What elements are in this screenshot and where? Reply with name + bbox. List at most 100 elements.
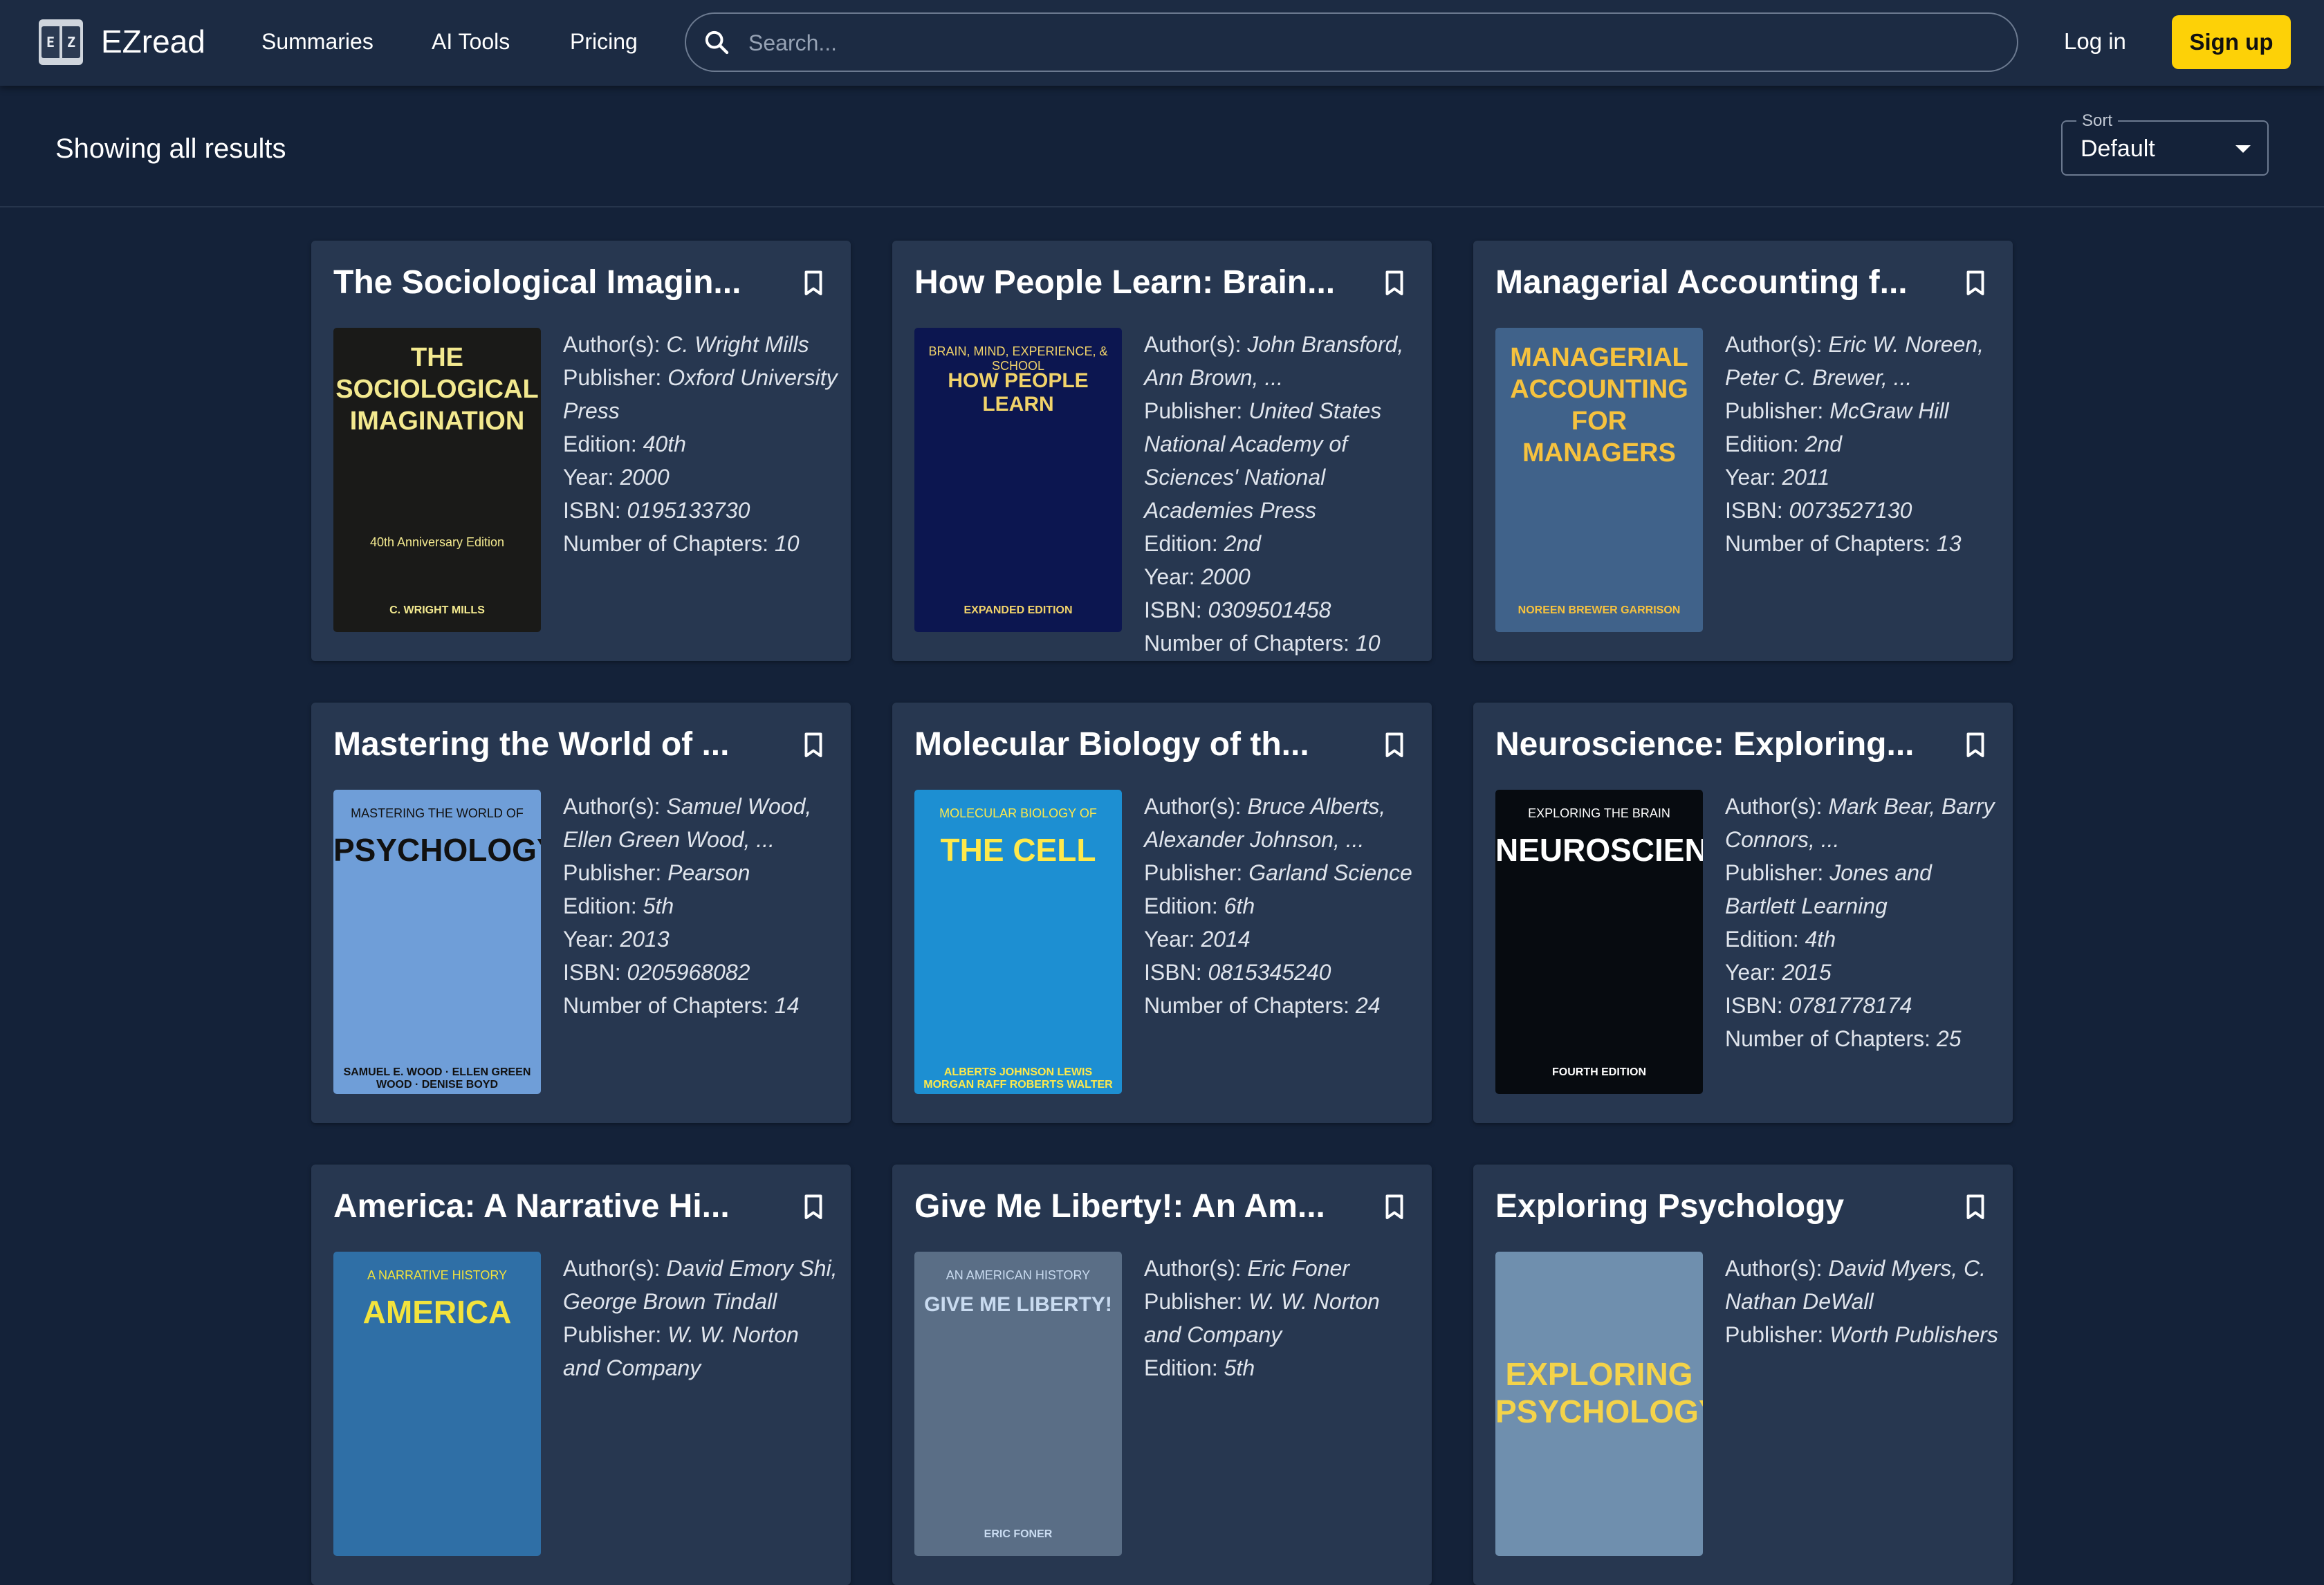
signup-button[interactable]: Sign up xyxy=(2172,15,2291,69)
nav-summaries[interactable]: Summaries xyxy=(261,28,374,55)
publisher-value: Worth Publishers xyxy=(1829,1322,1998,1347)
edition-value: 40th xyxy=(643,432,686,456)
book-details: Author(s): Mark Bear, Barry Connors, ...… xyxy=(1725,790,2002,1055)
book-cover[interactable]: EXPLORING PSYCHOLOGY xyxy=(1495,1252,1703,1556)
year-value: 2000 xyxy=(620,465,670,490)
book-cover[interactable]: A NARRATIVE HISTORY AMERICA xyxy=(333,1252,541,1556)
isbn-label: ISBN: xyxy=(563,960,627,985)
authors-label: Author(s): xyxy=(1725,794,1829,819)
book-card[interactable]: How People Learn: Brain... BRAIN, MIND, … xyxy=(892,241,1432,661)
bookmark-icon[interactable] xyxy=(801,732,826,759)
search-bar[interactable] xyxy=(685,12,2018,72)
bookmark-icon[interactable] xyxy=(1963,1194,1988,1221)
book-title[interactable]: Mastering the World of ... xyxy=(333,721,776,769)
bookmark-icon[interactable] xyxy=(801,1194,826,1221)
chapters-value: 25 xyxy=(1936,1026,1962,1051)
publisher-value: Pearson xyxy=(667,860,750,885)
book-title[interactable]: Exploring Psychology xyxy=(1495,1183,1938,1231)
book-details: Author(s): Eric Foner Publisher: W. W. No… xyxy=(1144,1252,1421,1384)
edition-label: Edition: xyxy=(1725,927,1805,952)
book-card[interactable]: Give Me Liberty!: An Am... AN AMERICAN H… xyxy=(892,1165,1432,1585)
cover-subtitle: 40th Anniversary Edition xyxy=(369,535,505,549)
book-authors: Author(s): David Emory Shi, George Brown… xyxy=(563,1252,840,1318)
book-cover[interactable]: MANAGERIAL ACCOUNTING FOR MANAGERS NOREEN B… xyxy=(1495,328,1703,632)
cover-title-line: ACCOUNTING xyxy=(1510,375,1688,404)
isbn-label: ISBN: xyxy=(1144,960,1208,985)
cover-title-line: HOW PEOPLE LEARN xyxy=(948,369,1089,416)
isbn-value: 0205968082 xyxy=(627,960,750,985)
book-cover[interactable]: MASTERING THE WORLD OF PSYCHOLOGY SAMUEL… xyxy=(333,790,541,1094)
brand-name[interactable]: EZread xyxy=(101,22,205,61)
book-chapters: Number of Chapters: 13 xyxy=(1725,527,2002,560)
cover-author-line: FOURTH EDITION xyxy=(1552,1066,1646,1078)
publisher-value: McGraw Hill xyxy=(1829,398,1949,423)
book-publisher: Publisher: United States National Academ… xyxy=(1144,394,1421,527)
cover-subtitle: A NARRATIVE HISTORY xyxy=(367,1268,508,1282)
book-title[interactable]: Managerial Accounting f... xyxy=(1495,259,1938,307)
book-year: Year: 2011 xyxy=(1725,461,2002,494)
book-title[interactable]: The Sociological Imagin... xyxy=(333,259,776,307)
cover-title-line: FOR xyxy=(1571,407,1627,436)
bookmark-icon[interactable] xyxy=(1963,270,1988,297)
book-edition: Edition: 5th xyxy=(1144,1351,1421,1384)
edition-value: 4th xyxy=(1805,927,1836,952)
sort-select[interactable]: Sort Default xyxy=(2061,112,2269,176)
book-cover[interactable]: BRAIN, MIND, EXPERIENCE, & SCHOOL HOW PE… xyxy=(914,328,1122,632)
cover-author-line: ALBERTS JOHNSON LEWIS MORGAN RAFF ROBERT… xyxy=(923,1066,1113,1091)
book-card[interactable]: Managerial Accounting f... MANAGERIAL ACC… xyxy=(1473,241,2013,661)
authors-label: Author(s): xyxy=(1144,332,1248,357)
chapters-label: Number of Chapters: xyxy=(1144,993,1356,1018)
book-isbn: ISBN: 0073527130 xyxy=(1725,494,2002,527)
book-title[interactable]: Give Me Liberty!: An Am... xyxy=(914,1183,1357,1231)
book-title[interactable]: America: A Narrative Hi... xyxy=(333,1183,776,1231)
cover-subtitle: MASTERING THE WORLD OF xyxy=(351,806,524,820)
book-title[interactable]: Neuroscience: Exploring... xyxy=(1495,721,1938,769)
publisher-label: Publisher: xyxy=(563,860,668,885)
nav-pricing[interactable]: Pricing xyxy=(570,28,638,55)
bookmark-icon[interactable] xyxy=(801,270,826,297)
authors-label: Author(s): xyxy=(1144,1256,1248,1281)
cover-author-line: C. WRIGHT MILLS xyxy=(389,604,485,616)
year-label: Year: xyxy=(563,927,620,952)
book-cover[interactable]: MOLECULAR BIOLOGY OF THE CELL ALBERTS JO… xyxy=(914,790,1122,1094)
book-card[interactable]: The Sociological Imagin... 40th Annivers… xyxy=(311,241,851,661)
cover-title-line: SOCIOLOGICAL xyxy=(335,375,539,404)
book-cover[interactable]: EXPLORING THE BRAIN NEUROSCIENCE FOURTH … xyxy=(1495,790,1703,1094)
book-edition: Edition: 2nd xyxy=(1725,427,2002,461)
book-title[interactable]: Molecular Biology of th... xyxy=(914,721,1357,769)
sort-value: Default xyxy=(2081,136,2155,162)
cover-author-line: SAMUEL E. WOOD · ELLEN GREEN WOOD · DENI… xyxy=(343,1066,531,1091)
authors-label: Author(s): xyxy=(1144,794,1248,819)
isbn-value: 0781778174 xyxy=(1789,993,1912,1018)
nav-ai-tools[interactable]: AI Tools xyxy=(432,28,510,55)
cover-title-line: THE CELL xyxy=(940,832,1096,868)
book-cover[interactable]: AN AMERICAN HISTORY GIVE ME LIBERTY! ERI… xyxy=(914,1252,1122,1556)
book-card[interactable]: Molecular Biology of th... MOLECULAR BIO… xyxy=(892,703,1432,1123)
bookmark-icon[interactable] xyxy=(1382,270,1407,297)
cover-subtitle: EXPLORING THE BRAIN xyxy=(1528,806,1670,820)
book-card[interactable]: America: A Narrative Hi... A NARRATIVE H… xyxy=(311,1165,851,1585)
year-value: 2013 xyxy=(620,927,670,952)
cover-subtitle: MOLECULAR BIOLOGY OF xyxy=(939,806,1097,820)
publisher-label: Publisher: xyxy=(1725,1322,1830,1347)
year-label: Year: xyxy=(1725,465,1782,490)
search-input[interactable] xyxy=(747,24,1981,62)
authors-value: Eric Foner xyxy=(1247,1256,1349,1281)
bookmark-icon[interactable] xyxy=(1963,732,1988,759)
edition-label: Edition: xyxy=(1144,893,1224,918)
bookmark-icon[interactable] xyxy=(1382,732,1407,759)
isbn-value: 0309501458 xyxy=(1208,597,1331,622)
login-button[interactable]: Log in xyxy=(2064,28,2126,55)
book-publisher: Publisher: Garland Science xyxy=(1144,856,1421,889)
logo-icon[interactable]: E Z xyxy=(39,19,83,65)
book-title[interactable]: How People Learn: Brain... xyxy=(914,259,1357,307)
year-label: Year: xyxy=(1144,564,1201,589)
bookmark-icon[interactable] xyxy=(1382,1194,1407,1221)
year-value: 2011 xyxy=(1782,465,1830,490)
book-card[interactable]: Exploring Psychology EXPLORING PSYCHOLOGY… xyxy=(1473,1165,2013,1585)
book-year: Year: 2000 xyxy=(563,461,840,494)
book-card[interactable]: Neuroscience: Exploring... EXPLORING THE… xyxy=(1473,703,2013,1123)
book-card[interactable]: Mastering the World of ... MASTERING THE… xyxy=(311,703,851,1123)
sort-label: Sort xyxy=(2076,112,2119,130)
book-cover[interactable]: 40th Anniversary Edition THE SOCIOLOGICAL… xyxy=(333,328,541,632)
